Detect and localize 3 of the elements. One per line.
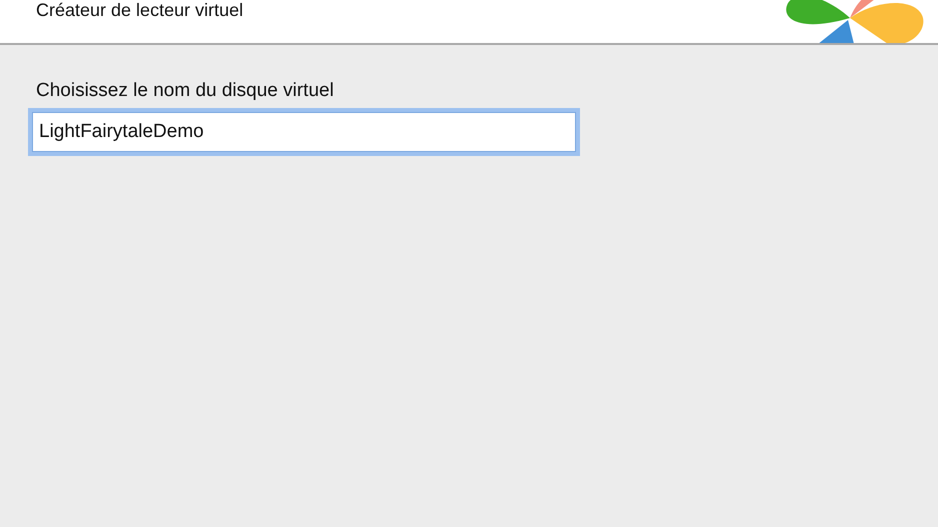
field-label: Choisissez le nom du disque virtuel <box>36 79 334 103</box>
window-title: Créateur de lecteur virtuel <box>35 1 244 19</box>
input-field[interactable]: LightFairytaleDemo <box>32 112 576 152</box>
